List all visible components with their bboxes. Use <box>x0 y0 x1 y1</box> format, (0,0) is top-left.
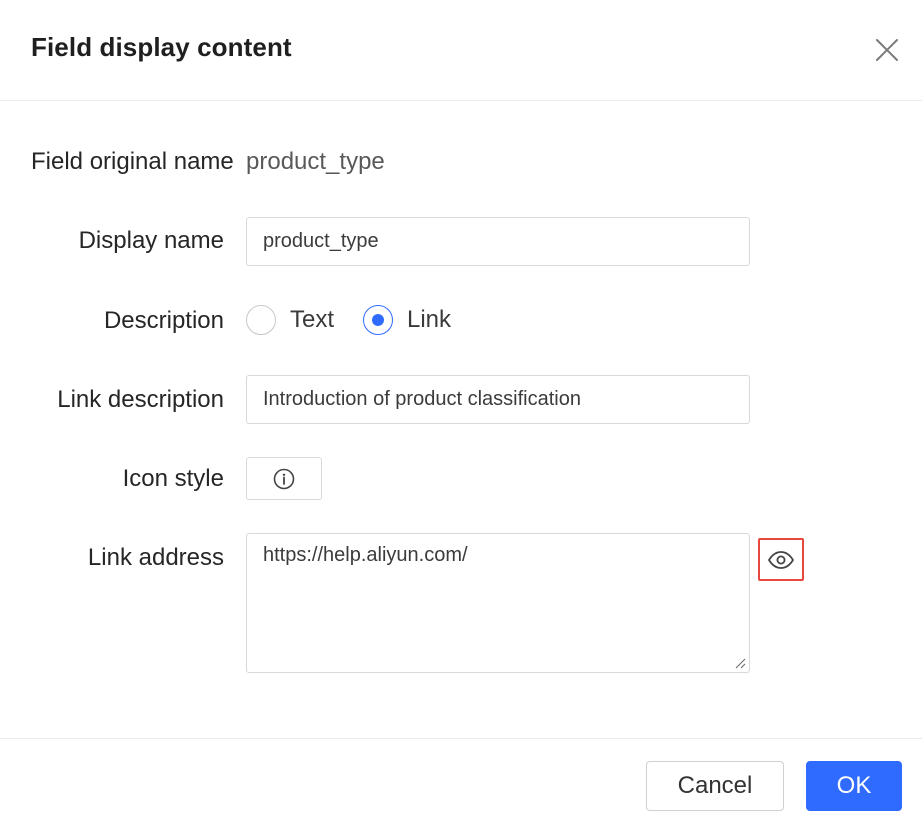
description-label: Description <box>103 307 224 334</box>
original-name-label: Field original name <box>31 148 234 175</box>
eye-icon <box>768 550 794 569</box>
close-icon[interactable] <box>872 35 902 65</box>
description-radio-text[interactable]: Text <box>246 305 334 335</box>
info-circle-icon <box>273 468 295 489</box>
ok-button[interactable]: OK <box>806 761 902 811</box>
radio-label-link: Link <box>407 306 452 333</box>
resize-handle-icon[interactable] <box>734 657 746 669</box>
display-name-input[interactable]: product_type <box>246 217 750 266</box>
cancel-button[interactable]: Cancel <box>646 761 784 811</box>
link-description-input[interactable]: Introduction of product classification <box>246 375 750 424</box>
link-description-label: Link description <box>57 386 224 413</box>
dialog-title: Field display content <box>31 32 292 62</box>
preview-link-button[interactable] <box>758 538 804 581</box>
dialog-header: Field display content <box>0 0 922 101</box>
description-radio-link[interactable]: Link <box>363 305 451 335</box>
field-display-dialog: Field display content Field original nam… <box>0 0 922 820</box>
link-address-value: https://help.aliyun.com/ <box>263 544 468 566</box>
link-address-label: Link address <box>87 544 224 571</box>
original-name-value: product_type <box>246 148 385 175</box>
icon-style-selector[interactable] <box>246 457 322 500</box>
display-name-label: Display name <box>78 227 224 254</box>
radio-unchecked[interactable] <box>246 305 276 335</box>
icon-style-label: Icon style <box>122 465 224 492</box>
radio-label-text: Text <box>290 306 335 333</box>
radio-checked[interactable] <box>363 305 393 335</box>
link-address-textarea[interactable]: https://help.aliyun.com/ <box>246 533 750 673</box>
